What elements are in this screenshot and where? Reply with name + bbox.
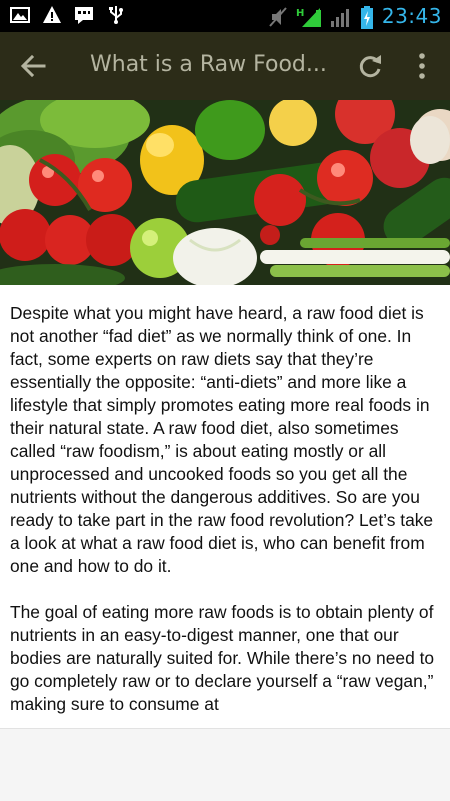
status-bar: H 23:43	[0, 0, 450, 32]
app-bar: What is a Raw Food...	[0, 32, 450, 100]
arrow-left-icon	[18, 54, 50, 84]
mute-icon	[268, 6, 288, 27]
article-paragraph: The goal of eating more raw foods is to …	[10, 602, 435, 714]
usb-icon	[106, 5, 126, 25]
more-options-button[interactable]	[412, 50, 432, 82]
battery-icon	[360, 6, 374, 29]
back-button[interactable]	[18, 52, 50, 80]
article-paragraph: Despite what you might have heard, a raw…	[10, 303, 434, 576]
signal-h-icon: H	[296, 6, 322, 27]
image-icon	[10, 5, 30, 25]
svg-text:H: H	[296, 8, 304, 19]
warning-icon	[42, 5, 62, 25]
bottom-bar	[0, 728, 450, 801]
article-body: Despite what you might have heard, a raw…	[10, 302, 442, 739]
refresh-icon	[356, 55, 384, 84]
more-vert-icon	[412, 53, 432, 86]
signal-icon	[330, 6, 352, 27]
status-clock: 23:43	[381, 4, 442, 28]
page-title: What is a Raw Food...	[90, 52, 327, 77]
refresh-button[interactable]	[356, 52, 384, 80]
hero-image	[0, 100, 450, 285]
message-icon	[74, 5, 94, 25]
